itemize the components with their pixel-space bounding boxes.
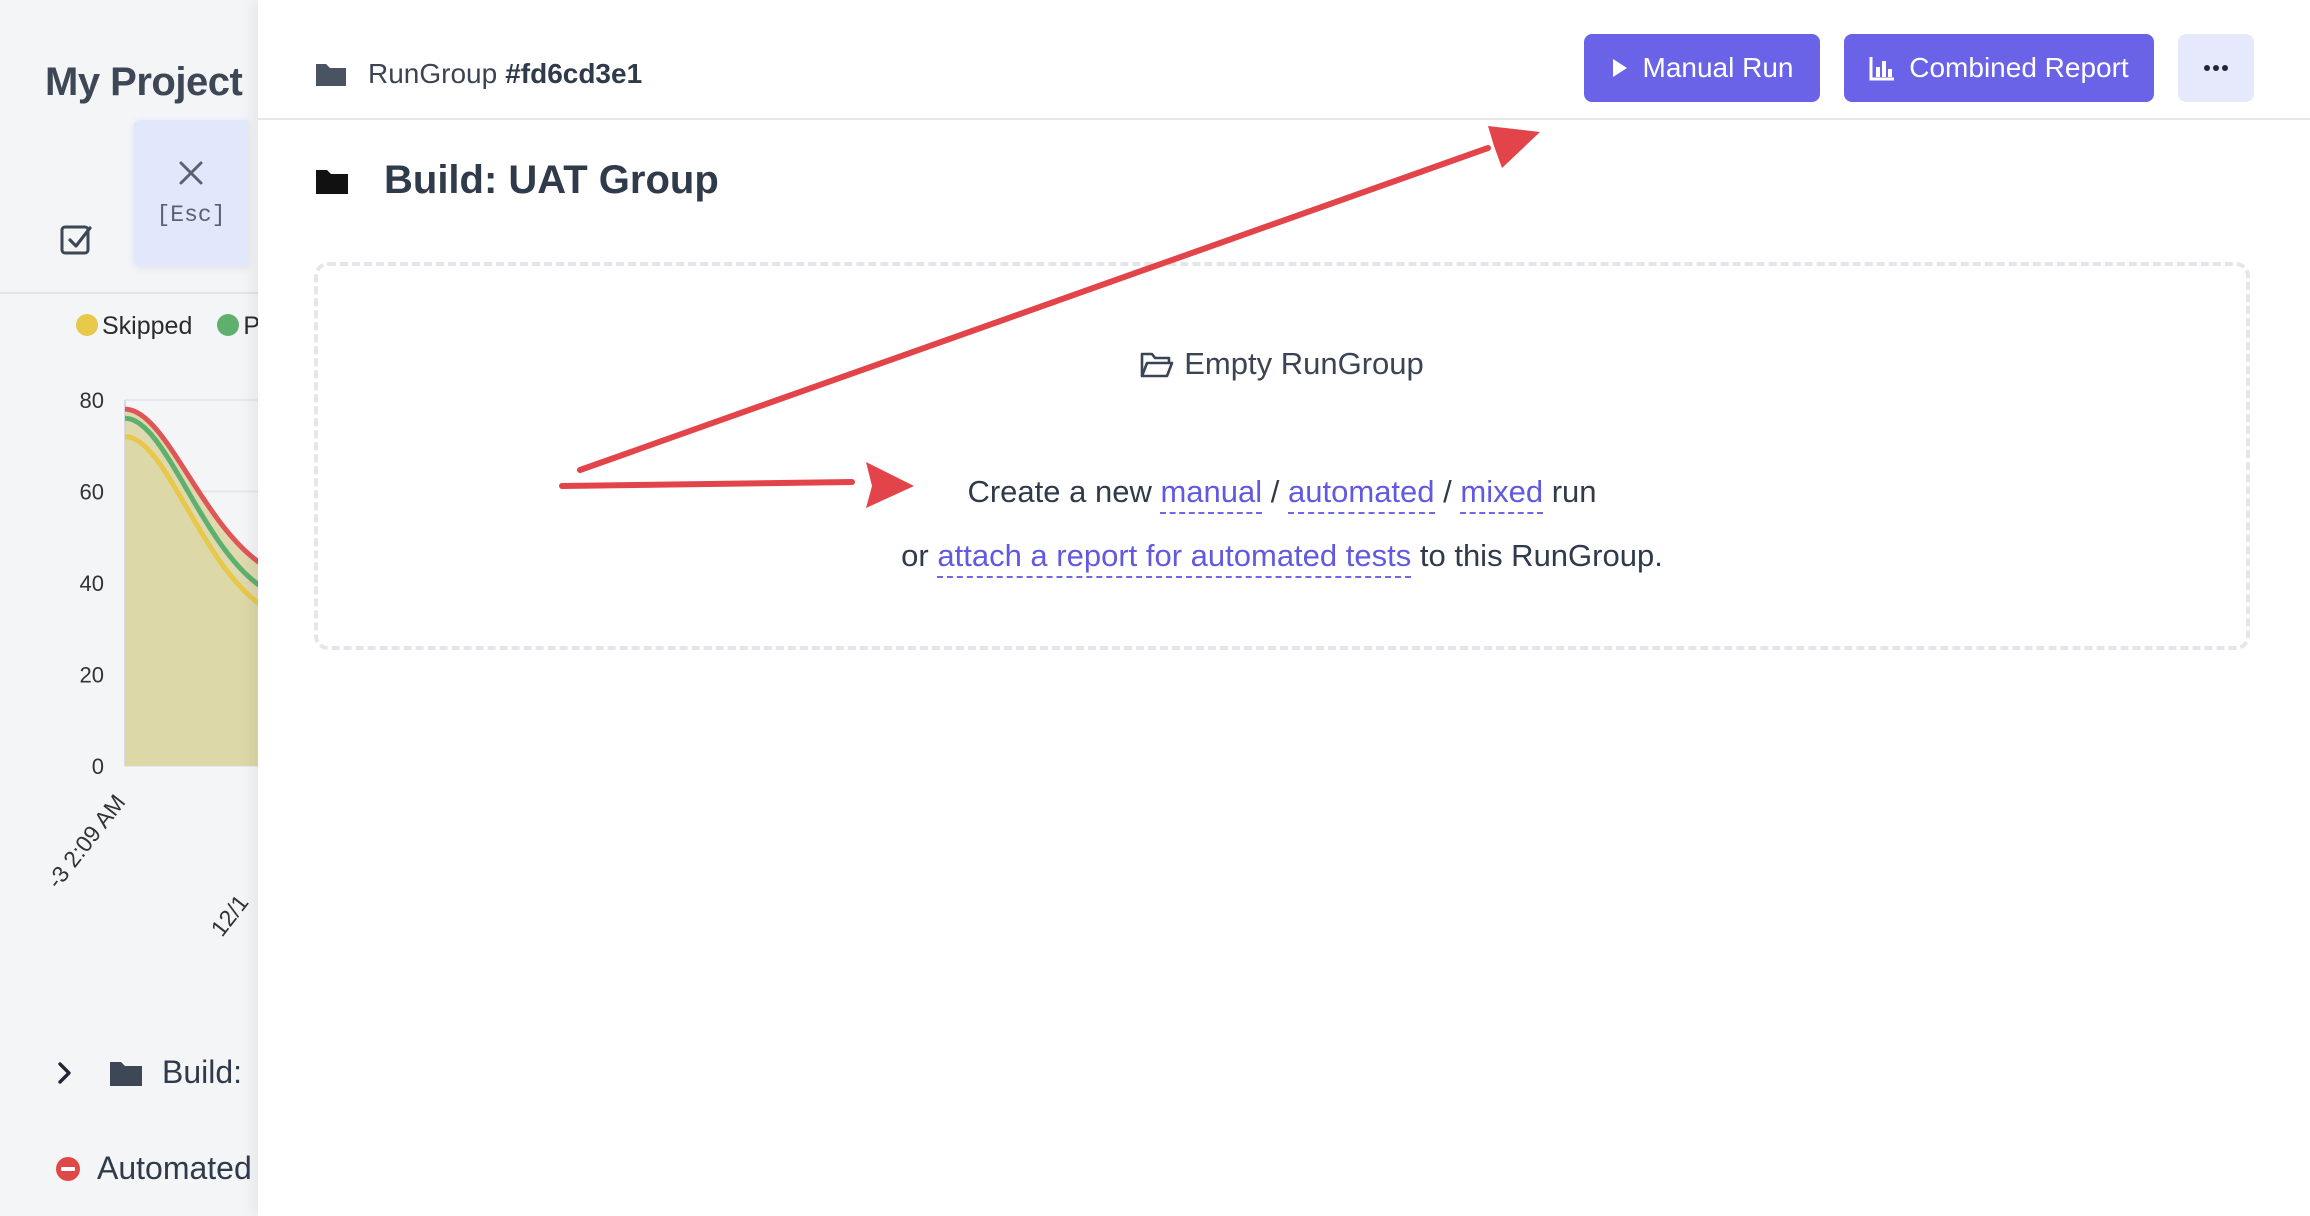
separator-2: / xyxy=(1443,474,1452,509)
manual-run-label: Manual Run xyxy=(1642,52,1794,83)
run-item-automated[interactable]: Automated xyxy=(55,1150,252,1187)
y-tick-label: 0 xyxy=(92,754,104,779)
chart-legend: Skipped P xyxy=(76,312,258,341)
rungroup-id: #fd6cd3e1 xyxy=(505,58,643,89)
create-run-text: Create a new manual / automated / mixed … xyxy=(318,474,2246,514)
combined-report-label: Combined Report xyxy=(1909,52,2129,83)
sidebar-divider xyxy=(0,292,258,294)
manual-run-link[interactable]: manual xyxy=(1160,474,1263,514)
mixed-run-link[interactable]: mixed xyxy=(1460,474,1544,514)
page-heading: Build: UAT Group xyxy=(314,158,719,203)
combined-report-button[interactable]: Combined Report xyxy=(1844,34,2154,102)
bar-chart-icon xyxy=(1869,57,1895,81)
separator-1: / xyxy=(1270,474,1280,509)
run-item-label: Automated xyxy=(97,1150,252,1186)
rungroup-panel: RunGroup #fd6cd3e1 Manual Run Combined R… xyxy=(258,0,2310,1216)
or-prefix: or xyxy=(901,538,929,573)
tree-item-build[interactable]: Build: xyxy=(52,1054,242,1091)
legend-label-skipped: Skipped xyxy=(102,312,193,340)
manual-run-button[interactable]: Manual Run xyxy=(1584,34,1820,102)
chevron-right-icon[interactable] xyxy=(52,1060,78,1086)
y-tick-label: 40 xyxy=(80,571,104,596)
legend-dot-green xyxy=(217,314,240,336)
empty-state-box: Empty RunGroup Create a new manual / aut… xyxy=(314,262,2250,650)
y-tick-label: 80 xyxy=(80,388,104,413)
close-icon xyxy=(179,161,203,185)
attach-report-link[interactable]: attach a report for automated tests xyxy=(937,538,1412,578)
play-icon xyxy=(1612,59,1627,77)
close-panel-button[interactable]: [Esc] xyxy=(134,120,248,266)
run-suffix: run xyxy=(1551,474,1597,509)
tree-item-label: Build: xyxy=(162,1054,243,1090)
empty-state-title: Empty RunGroup xyxy=(318,346,2246,382)
x-tick-label: -3 2:09 AM xyxy=(41,789,130,893)
create-prefix: Create a new xyxy=(967,474,1152,509)
x-tick-label: 12/1 xyxy=(205,890,253,941)
project-title: My Project xyxy=(45,60,243,104)
page-title: Build: UAT Group xyxy=(384,158,719,202)
esc-shortcut-label: [Esc] xyxy=(156,202,226,228)
breadcrumb: RunGroup #fd6cd3e1 xyxy=(314,58,642,90)
legend-label-second: P xyxy=(243,312,258,340)
legend-dot-skipped xyxy=(76,314,98,336)
folder-icon xyxy=(110,1061,142,1086)
empty-state-title-text: Empty RunGroup xyxy=(1184,346,1424,381)
y-tick-label: 20 xyxy=(80,663,104,688)
folder-icon xyxy=(316,169,348,194)
breadcrumb-label: RunGroup xyxy=(368,58,498,89)
failed-status-icon xyxy=(56,1156,80,1181)
more-options-button[interactable] xyxy=(2178,34,2254,102)
y-tick-label: 60 xyxy=(80,480,104,505)
folder-icon xyxy=(316,64,346,86)
attach-report-text: or attach a report for automated tests t… xyxy=(318,538,2246,578)
attach-suffix: to this RunGroup. xyxy=(1419,538,1663,573)
automated-run-link[interactable]: automated xyxy=(1288,474,1435,514)
panel-header: RunGroup #fd6cd3e1 Manual Run Combined R… xyxy=(258,0,2310,120)
checklist-icon[interactable] xyxy=(58,218,98,258)
ellipsis-icon xyxy=(2204,65,2228,71)
folder-open-icon xyxy=(1140,352,1174,378)
status-chart: 80 60 40 20 0 -3 2:09 AM 12/1 xyxy=(41,388,258,941)
